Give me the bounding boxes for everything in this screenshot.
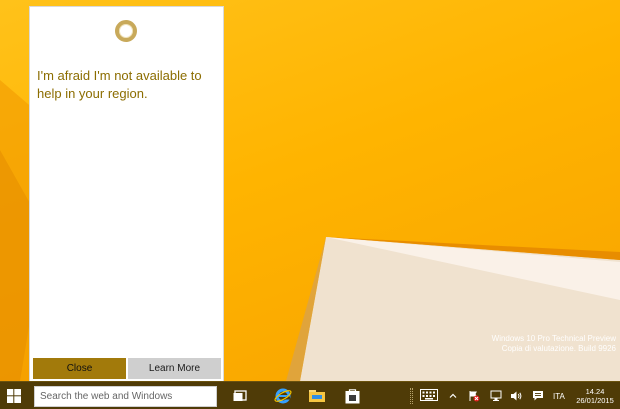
file-explorer-button[interactable]: [306, 385, 328, 407]
flag-warning-icon: [469, 391, 480, 402]
chevron-up-icon: [449, 393, 457, 398]
cortana-panel: I'm afraid I'm not available to help in …: [29, 6, 224, 382]
speaker-icon: [511, 391, 522, 401]
build-watermark: Windows 10 Pro Technical Preview Copia d…: [492, 334, 616, 353]
store-icon: [345, 388, 359, 403]
taskbar: ITA 14.24 26/01/2015: [0, 381, 620, 409]
volume-button[interactable]: [510, 390, 523, 402]
toolbar-grip[interactable]: [410, 388, 413, 404]
clock-date: 26/01/2015: [576, 396, 614, 405]
action-center-status-button[interactable]: [468, 390, 480, 402]
start-button[interactable]: [0, 382, 28, 409]
touch-keyboard-icon: [420, 389, 438, 401]
task-view-button[interactable]: [229, 385, 251, 407]
file-explorer-icon: [309, 390, 325, 402]
message-icon: [533, 391, 543, 401]
search-box[interactable]: [34, 386, 217, 407]
network-button[interactable]: [490, 390, 502, 402]
internet-explorer-button[interactable]: [272, 385, 294, 407]
network-icon: [490, 390, 502, 401]
input-language-indicator[interactable]: ITA: [553, 392, 565, 401]
watermark-line-1: Windows 10 Pro Technical Preview: [491, 334, 616, 343]
learn-more-button[interactable]: Learn More: [128, 358, 221, 379]
search-input[interactable]: [40, 391, 216, 402]
show-hidden-icons-button[interactable]: [449, 390, 457, 402]
watermark-line-2: Copia di valutazione. Build 9926: [501, 343, 616, 353]
cortana-message: I'm afraid I'm not available to help in …: [37, 68, 202, 101]
notifications-button[interactable]: [532, 390, 544, 402]
close-button[interactable]: Close: [33, 358, 126, 379]
touch-keyboard-button[interactable]: [420, 389, 438, 401]
task-view-icon: [233, 390, 247, 401]
store-button[interactable]: [341, 385, 363, 407]
cortana-ring-icon: [115, 20, 137, 42]
windows-logo-icon: [7, 389, 21, 403]
internet-explorer-icon: [274, 388, 292, 404]
clock[interactable]: 14.24 26/01/2015: [574, 387, 616, 405]
clock-time: 14.24: [585, 387, 605, 396]
